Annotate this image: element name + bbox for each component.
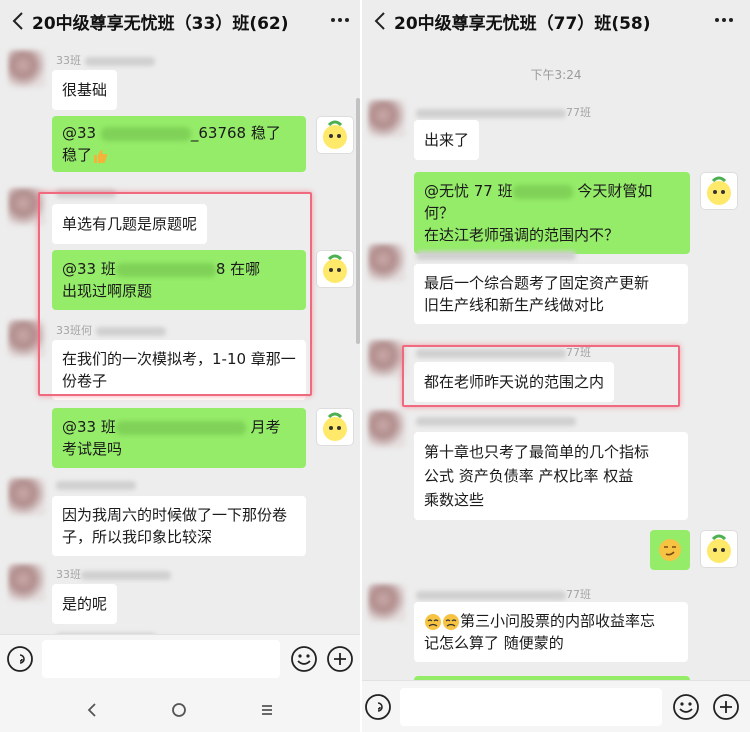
highlight-box bbox=[38, 192, 312, 396]
sender-name bbox=[416, 414, 576, 427]
input-bar bbox=[0, 634, 360, 732]
avatar[interactable] bbox=[368, 410, 406, 448]
avatar[interactable] bbox=[8, 564, 46, 602]
my-avatar[interactable] bbox=[316, 116, 354, 154]
message-bubble[interactable]: @无忧 77 班 今天财管如何？ 在达江老师强调的范围内不？ bbox=[414, 172, 690, 254]
message-bubble[interactable]: 因为我周六的时候做了一下那份卷 子，所以我印象比较深 bbox=[52, 496, 306, 556]
thumbs-up-emoji bbox=[94, 149, 108, 163]
crying-emoji-icon bbox=[443, 613, 459, 630]
emoji-icon[interactable] bbox=[290, 645, 318, 673]
back-arrow-icon[interactable] bbox=[370, 10, 392, 32]
avatar[interactable] bbox=[368, 584, 406, 622]
sender-name: 33班 bbox=[56, 52, 155, 68]
my-avatar[interactable] bbox=[316, 408, 354, 446]
message-bubble[interactable]: 最后一个综合题考了固定资产更新 旧生产线和新生产线做对比 bbox=[414, 264, 688, 324]
sender-name: 77班 bbox=[416, 104, 591, 120]
left-chat-window: 20中级尊享无忧班（33）班(62) 33班 很基础 @33 _63768 稳了… bbox=[0, 0, 360, 732]
emoji-message-bubble[interactable] bbox=[650, 530, 690, 570]
message-bubble[interactable]: 是的呢 bbox=[52, 584, 118, 624]
more-options-icon[interactable] bbox=[328, 9, 352, 31]
nav-menu-icon[interactable] bbox=[256, 699, 278, 721]
plus-icon[interactable] bbox=[712, 693, 740, 721]
my-avatar[interactable] bbox=[700, 172, 738, 210]
emoji-icon[interactable] bbox=[672, 693, 700, 721]
my-avatar[interactable] bbox=[700, 530, 738, 568]
highlight-box bbox=[402, 345, 680, 407]
message-input[interactable] bbox=[42, 640, 280, 678]
avatar[interactable] bbox=[368, 100, 406, 138]
avatar[interactable] bbox=[8, 50, 46, 88]
voice-input-icon[interactable] bbox=[6, 645, 34, 673]
voice-input-icon[interactable] bbox=[364, 693, 392, 721]
my-avatar[interactable] bbox=[316, 250, 354, 288]
chat-title: 20中级尊享无忧班（77）班(58) bbox=[394, 14, 651, 34]
avatar[interactable] bbox=[368, 340, 406, 378]
input-bar bbox=[362, 680, 750, 732]
message-bubble[interactable]: @33 _63768 稳了 稳了 bbox=[52, 116, 306, 172]
chat-title: 20中级尊享无忧班（33）班(62) bbox=[32, 14, 289, 34]
message-bubble[interactable]: 很基础 bbox=[52, 70, 118, 110]
more-options-icon[interactable] bbox=[712, 9, 736, 31]
chat-header: 20中级尊享无忧班（33）班(62) bbox=[0, 0, 360, 42]
message-input[interactable] bbox=[400, 688, 662, 726]
message-bubble[interactable]: @33 班 月考 考试是吗 bbox=[52, 408, 306, 468]
avatar[interactable] bbox=[8, 478, 46, 516]
sender-name: 77班 bbox=[416, 586, 591, 602]
message-bubble[interactable]: 第三小问股票的内部收益率忘 记怎么算了 随便蒙的 bbox=[414, 602, 688, 662]
nav-home-icon[interactable] bbox=[168, 699, 190, 721]
avatar[interactable] bbox=[368, 244, 406, 282]
sender-name: 33班 bbox=[56, 566, 171, 582]
nav-back-icon[interactable] bbox=[82, 699, 104, 721]
sender-name bbox=[56, 478, 136, 491]
sender-name bbox=[416, 248, 576, 261]
plus-icon[interactable] bbox=[326, 645, 354, 673]
back-arrow-icon[interactable] bbox=[8, 10, 30, 32]
message-bubble[interactable]: 第十章也只考了最简单的几个指标 公式 资产负债率 产权比率 权益 乘数这些 bbox=[414, 432, 688, 520]
right-chat-window: 20中级尊享无忧班（77）班(58) 下午3:24 77班 出来了 @无忧 77… bbox=[362, 0, 750, 732]
message-bubble[interactable]: 出来了 bbox=[414, 120, 480, 160]
chat-header: 20中级尊享无忧班（77）班(58) bbox=[362, 0, 750, 42]
timestamp: 下午3:24 bbox=[530, 68, 582, 82]
crying-emoji-icon bbox=[425, 613, 441, 630]
system-nav-bar bbox=[0, 685, 360, 732]
smirk-emoji-icon bbox=[659, 539, 681, 561]
